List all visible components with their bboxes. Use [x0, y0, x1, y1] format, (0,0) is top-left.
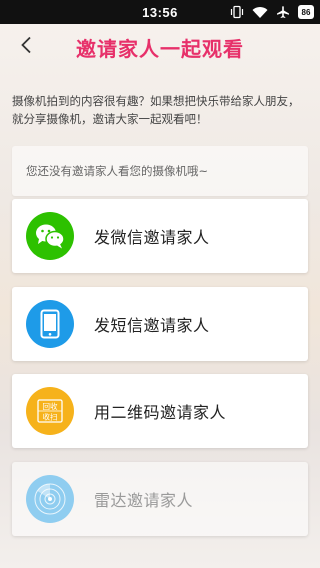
qrcode-icon-text-bottom: 收扫 — [43, 412, 58, 422]
invite-sms-label: 发短信邀请家人 — [94, 316, 210, 335]
status-icons: 86 — [230, 0, 314, 24]
airplane-icon — [276, 5, 290, 19]
invite-qrcode-button[interactable]: 回收 收扫 用二维码邀请家人 — [12, 374, 308, 448]
radar-icon — [26, 475, 74, 523]
invite-status-notice: 您还没有邀请家人看您的摄像机哦~ — [12, 146, 308, 196]
invite-qrcode-label: 用二维码邀请家人 — [94, 403, 227, 422]
status-time: 13:56 — [142, 4, 178, 20]
qrcode-icon-text-top: 回收 — [43, 401, 58, 411]
invite-wechat-label: 发微信邀请家人 — [94, 228, 210, 247]
wifi-icon — [252, 6, 268, 19]
invite-radar-label: 雷达邀请家人 — [94, 491, 194, 510]
status-bar: 13:56 86 — [0, 0, 320, 24]
wechat-icon — [26, 212, 74, 260]
phone-sms-icon — [26, 300, 74, 348]
chevron-left-icon — [20, 36, 32, 58]
invite-wechat-button[interactable]: 发微信邀请家人 — [12, 199, 308, 273]
intro-text: 摄像机拍到的内容很有趣？如果想把快乐带给家人朋友，就分享摄像机，邀请大家一起观看… — [12, 94, 300, 126]
page-title: 邀请家人一起观看 — [76, 36, 244, 61]
invite-radar-button[interactable]: 雷达邀请家人 — [12, 462, 308, 536]
back-button[interactable] — [14, 34, 38, 60]
notice-text: 您还没有邀请家人看您的摄像机哦~ — [26, 164, 209, 178]
title-bar: 邀请家人一起观看 — [0, 24, 320, 70]
invite-sms-button[interactable]: 发短信邀请家人 — [12, 287, 308, 361]
vibrate-icon — [230, 5, 244, 19]
battery-icon: 86 — [298, 5, 314, 19]
qrcode-icon: 回收 收扫 — [26, 387, 74, 435]
